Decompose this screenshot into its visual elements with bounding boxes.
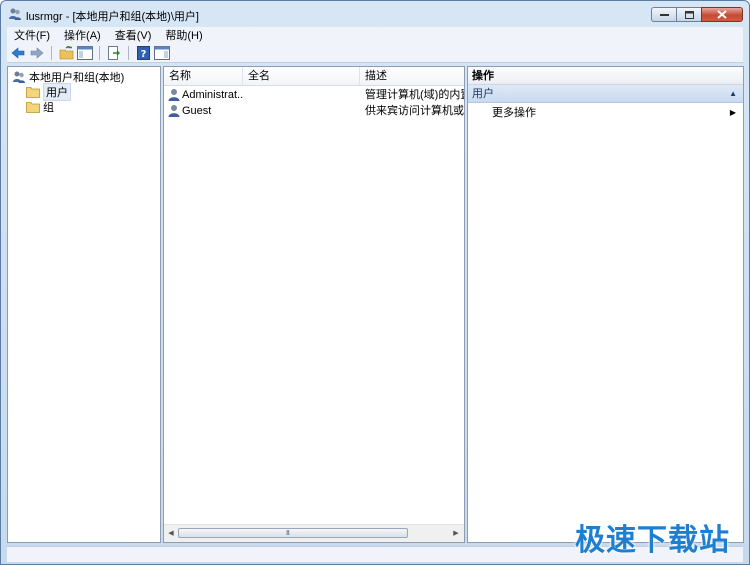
cell-name: Guest [182, 105, 212, 117]
forward-arrow-icon [30, 46, 44, 59]
users-group-icon [13, 71, 25, 83]
column-header-fullname[interactable]: 全名 [243, 67, 360, 85]
toolbar-separator [99, 45, 100, 60]
users-group-icon [9, 8, 21, 20]
submenu-arrow-icon: ▶ [729, 108, 736, 117]
action-pane-title: 操作 [468, 67, 743, 85]
folder-icon [26, 102, 40, 113]
console-tree: 本地用户和组(本地) 用户 组 [7, 66, 161, 543]
column-header-name[interactable]: 名称 [164, 67, 243, 85]
window-title: lusrmgr - [本地用户和组(本地)\用户] [26, 11, 199, 23]
toolbar: ? [7, 43, 743, 63]
horizontal-scrollbar[interactable]: ◀ III ▶ [164, 524, 464, 542]
back-arrow-icon [11, 46, 25, 59]
svg-text:?: ? [140, 49, 146, 60]
cell-description: 供来宾访问计算机或访问 [365, 105, 464, 117]
maximize-icon [684, 10, 694, 19]
table-row[interactable]: Administrat... 管理计算机(域)的内置帐 [164, 87, 464, 103]
scroll-grip: III [286, 530, 290, 537]
action-item-label: 更多操作 [492, 107, 536, 119]
toolbar-separator [51, 45, 52, 60]
action-pane: 操作 用户 ▲ 更多操作 ▶ [467, 66, 744, 543]
scroll-thumb[interactable]: III [178, 528, 408, 538]
folder-icon [26, 87, 40, 98]
tree-item-groups-label: 组 [43, 102, 54, 114]
help-button[interactable]: ? [135, 45, 151, 61]
menu-view[interactable]: 查看(V) [108, 27, 159, 43]
watermark-logo: 极速下载站 [575, 523, 730, 558]
cell-name: Administrat... [182, 89, 244, 101]
show-hide-action-pane-button[interactable] [154, 45, 170, 61]
action-more-actions[interactable]: 更多操作 ▶ [468, 105, 743, 121]
title-bar[interactable]: lusrmgr - [本地用户和组(本地)\用户] [1, 1, 749, 27]
minimize-button[interactable] [651, 7, 676, 22]
tree-item-users[interactable]: 用户 [26, 83, 71, 101]
menu-file[interactable]: 文件(F) [7, 27, 57, 43]
action-section-label: 用户 [472, 88, 494, 100]
cell-description: 管理计算机(域)的内置帐 [365, 89, 464, 101]
folder-up-icon [59, 45, 73, 59]
console-tree-icon [77, 45, 93, 60]
results-list: 名称 全名 描述 Administrat... 管理计算机(域)的内置帐 Gue… [163, 66, 465, 543]
cell-fullname [248, 103, 358, 119]
scroll-right-icon[interactable]: ▶ [452, 529, 460, 537]
action-section-users[interactable]: 用户 ▲ [468, 85, 743, 103]
mmc-window: lusrmgr - [本地用户和组(本地)\用户] 文件(F) 操作(A) 查看… [0, 0, 750, 565]
menu-action[interactable]: 操作(A) [57, 27, 108, 43]
maximize-button[interactable] [676, 7, 701, 22]
cell-fullname [248, 87, 358, 103]
close-button[interactable] [701, 7, 743, 22]
export-list-button[interactable] [106, 45, 122, 61]
table-row[interactable]: Guest 供来宾访问计算机或访问 [164, 103, 464, 119]
tree-item-groups[interactable]: 组 [26, 99, 54, 115]
collapse-up-icon[interactable]: ▲ [729, 85, 737, 103]
menu-help[interactable]: 帮助(H) [158, 27, 209, 43]
action-pane-icon [154, 45, 170, 60]
export-list-icon [108, 45, 120, 60]
scroll-left-icon[interactable]: ◀ [167, 529, 175, 537]
forward-button[interactable] [29, 45, 45, 61]
list-header: 名称 全名 描述 [164, 67, 464, 86]
column-header-description[interactable]: 描述 [360, 67, 464, 85]
help-icon: ? [136, 45, 150, 60]
toolbar-separator [128, 45, 129, 60]
show-hide-tree-button[interactable] [77, 45, 93, 61]
close-icon [717, 10, 727, 19]
menu-bar: 文件(F) 操作(A) 查看(V) 帮助(H) [7, 27, 743, 43]
caption-buttons [651, 7, 743, 22]
back-button[interactable] [10, 45, 26, 61]
up-level-button[interactable] [58, 45, 74, 61]
minimize-icon [659, 13, 669, 16]
user-icon [168, 89, 180, 101]
user-icon [168, 105, 180, 117]
